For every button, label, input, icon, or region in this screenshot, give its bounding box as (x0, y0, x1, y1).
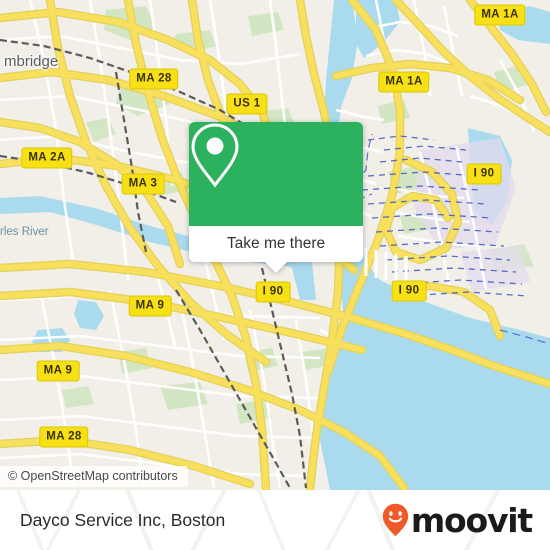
shield-i-90-center[interactable]: I 90 (255, 281, 291, 303)
shield-i-90-east[interactable]: I 90 (466, 163, 502, 185)
location-popup-card[interactable]: Take me there (189, 122, 363, 273)
shield-ma-9-south[interactable]: MA 9 (36, 360, 80, 382)
label-cambridge: mbridge (4, 53, 59, 70)
shield-ma-3[interactable]: MA 3 (121, 173, 165, 195)
take-me-there-button[interactable]: Take me there (189, 226, 363, 262)
popup-pointer-tail (264, 261, 288, 273)
shield-ma-28-south[interactable]: MA 28 (39, 426, 89, 448)
moovit-wordmark: moovit (410, 500, 533, 540)
place-name-label: Dayco Service Inc, Boston (20, 509, 226, 530)
shield-ma-2a[interactable]: MA 2A (21, 147, 73, 169)
popup-body: Take me there (189, 122, 363, 262)
moovit-map-page: mbridge rles River MA 28 US 1 MA 2A MA 3… (0, 0, 550, 550)
shield-ma-1a-east[interactable]: MA 1A (378, 71, 430, 93)
map-attribution[interactable]: © OpenStreetMap contributors (0, 466, 188, 487)
shield-ma-28-north[interactable]: MA 28 (129, 68, 179, 90)
moovit-logo[interactable]: moovit (382, 500, 533, 540)
shield-ma-9-north[interactable]: MA 9 (128, 295, 172, 317)
map-pin-icon (191, 123, 239, 188)
shield-ma-1a-north[interactable]: MA 1A (474, 4, 526, 26)
shield-i-90-right[interactable]: I 90 (391, 280, 427, 302)
map-canvas[interactable]: mbridge rles River MA 28 US 1 MA 2A MA 3… (0, 0, 550, 490)
footer-bar: Dayco Service Inc, Boston moovit (0, 490, 550, 550)
moovit-smiley-pin-icon (382, 503, 409, 537)
popup-image-area (189, 122, 363, 226)
label-charles-river: rles River (0, 226, 49, 238)
shield-us-1[interactable]: US 1 (226, 93, 268, 115)
